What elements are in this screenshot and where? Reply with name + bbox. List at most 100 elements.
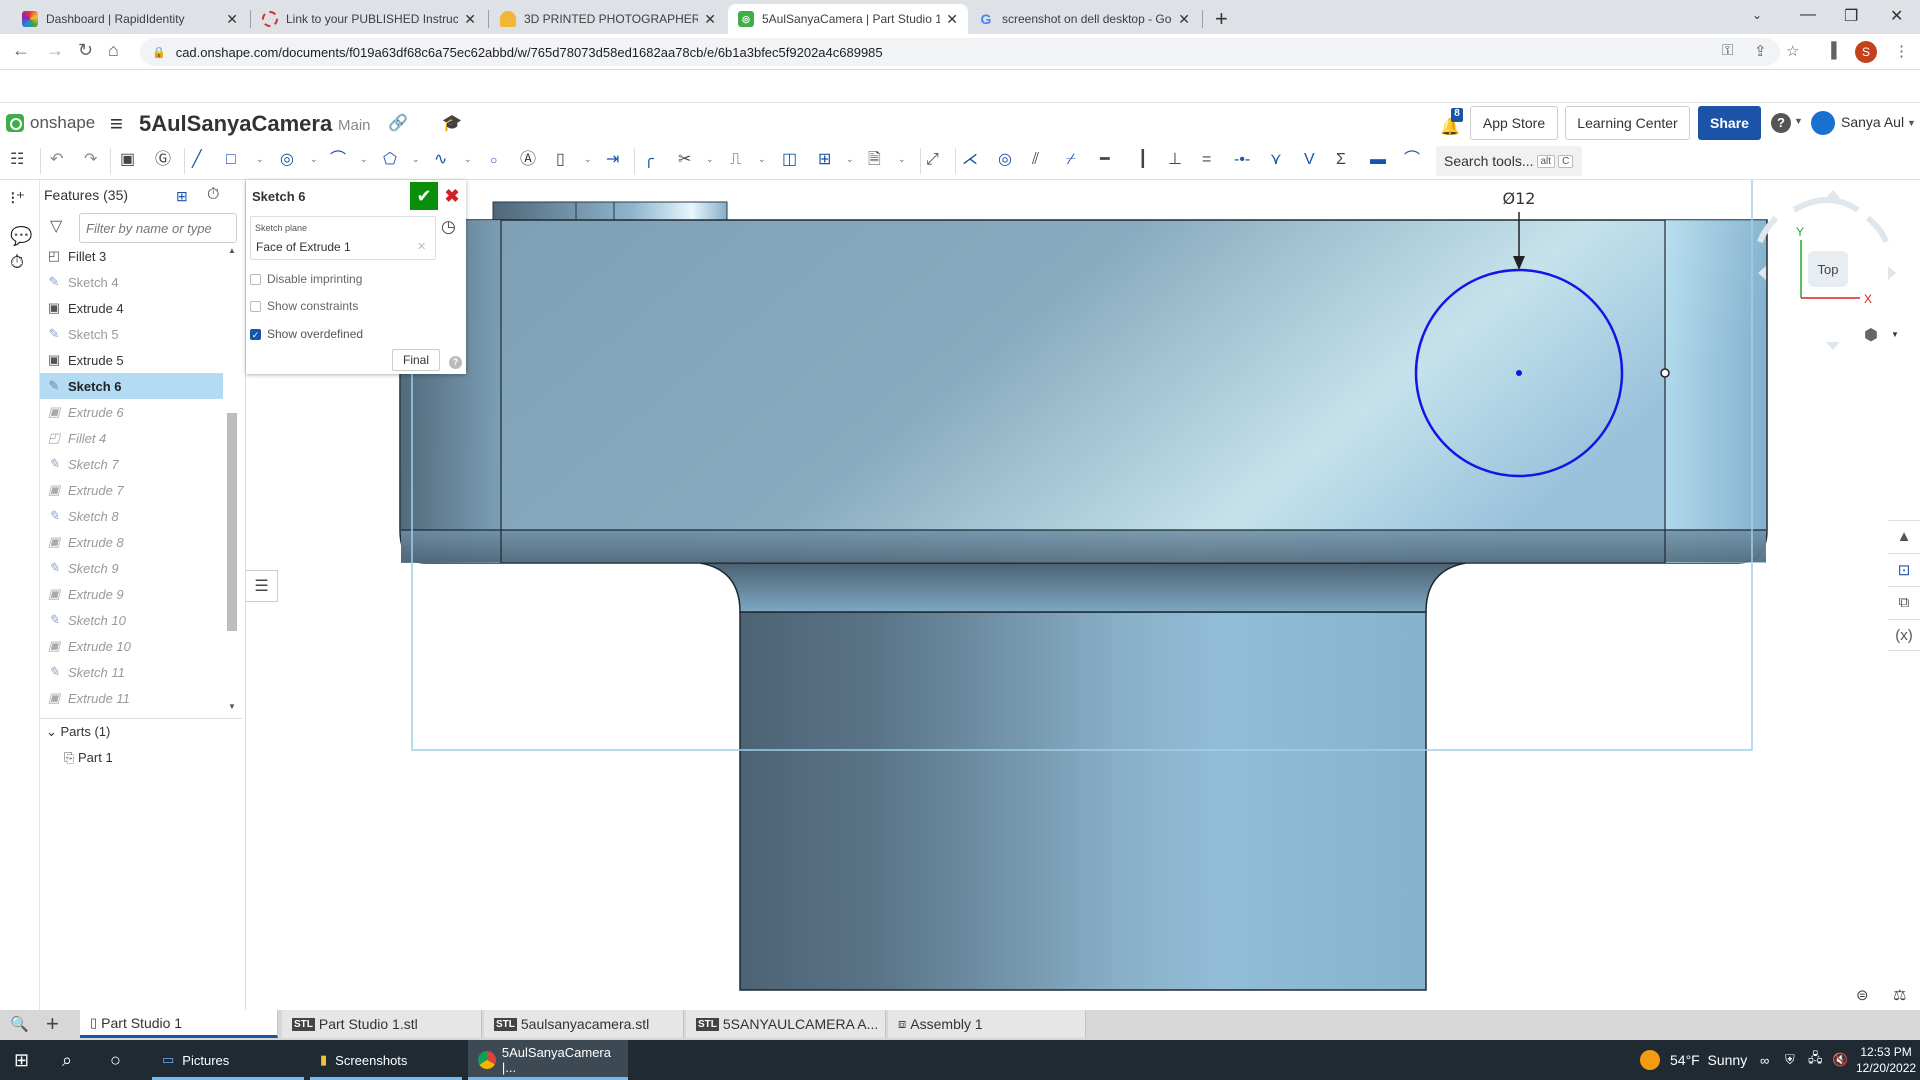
horizontal-constraint-icon[interactable]: ━ <box>1100 150 1110 170</box>
feature-filter-input[interactable] <box>79 213 237 243</box>
dxf-import-icon[interactable]: 🗎 <box>868 150 881 170</box>
learning-center-button[interactable]: Learning Center <box>1565 106 1690 140</box>
feature-item[interactable]: ▣ Extrude 11 <box>40 685 223 711</box>
checkbox-unchecked[interactable] <box>250 300 261 312</box>
taskbar-app-screenshots[interactable]: ▮ Screenshots <box>310 1040 462 1080</box>
tab-search-icon[interactable]: 🔍 <box>10 1015 29 1033</box>
chevron-down-icon[interactable]: ▼ <box>1891 330 1899 339</box>
appearance-panel-icon[interactable]: ▲ <box>1888 520 1920 552</box>
cancel-x-button[interactable]: ✖ <box>442 182 462 210</box>
document-title[interactable]: 5AulSanyaCamera <box>139 111 332 137</box>
clear-selection-icon[interactable]: ✕ <box>417 240 426 253</box>
feature-item[interactable]: ▣ Extrude 8 <box>40 529 223 555</box>
chevron-down-icon[interactable]: ⌄ <box>846 154 854 165</box>
add-folder-icon[interactable]: ⊞ <box>176 188 188 205</box>
document-tab-active[interactable]: ▯ Part Studio 1 <box>80 1010 278 1038</box>
taskbar-app-chrome[interactable]: 5AulSanyaCamera |... <box>468 1040 628 1080</box>
search-tools-input[interactable]: Search tools... alt C <box>1436 146 1582 176</box>
feature-item[interactable]: ✎ Sketch 8 <box>40 503 223 529</box>
list-toggle-icon[interactable]: ☰ <box>246 570 278 602</box>
bookmark-star-icon[interactable]: ☆ <box>1786 42 1799 60</box>
coincident-constraint-icon[interactable]: ⋌ <box>962 150 978 170</box>
spline-tool-icon[interactable]: ∿ <box>434 150 447 170</box>
tangent-constraint-icon[interactable]: ⌿ <box>1066 150 1076 170</box>
perpendicular-constraint-icon[interactable]: ⊥ <box>1168 150 1182 170</box>
document-menu-icon[interactable]: ≡ <box>110 111 123 137</box>
document-tab[interactable]: STL 5aulsanyacamera.stl <box>484 1010 684 1038</box>
help-icon[interactable]: ? <box>1771 113 1791 133</box>
new-tab-button[interactable]: + <box>1215 6 1228 32</box>
forward-icon[interactable]: → <box>46 40 64 61</box>
app-store-button[interactable]: App Store <box>1470 106 1558 140</box>
chevron-down-icon[interactable]: ⌄ <box>464 154 472 165</box>
checkbox-unchecked[interactable] <box>250 273 261 285</box>
feature-item[interactable]: ✎ Sketch 7 <box>40 451 223 477</box>
undo-icon[interactable]: ↶ <box>50 150 63 170</box>
arc-tool-icon[interactable]: ⌒ <box>330 150 346 170</box>
configuration-panel-icon[interactable]: ⊡ <box>1888 553 1920 585</box>
graduation-cap-icon[interactable]: 🎓 <box>442 113 462 133</box>
clock[interactable]: 12:53 PM 12/20/2022 <box>1856 1040 1916 1080</box>
add-tab-button[interactable]: + <box>46 1011 59 1037</box>
feature-item[interactable]: ▣ Extrude 7 <box>40 477 223 503</box>
maximize-button[interactable]: ❐ <box>1844 6 1858 26</box>
close-tab-icon[interactable]: ✕ <box>704 11 716 28</box>
help-icon[interactable]: ? <box>449 356 462 369</box>
chevron-down-icon[interactable]: ⌄ <box>310 154 318 165</box>
polygon-tool-icon[interactable]: ⬠ <box>383 150 397 170</box>
feature-item[interactable]: ▣ Extrude 4 <box>40 295 223 321</box>
chevron-down-icon[interactable]: ▼ <box>1907 118 1916 128</box>
profile-avatar[interactable]: S <box>1855 41 1877 63</box>
chevron-down-icon[interactable]: ⌄ <box>360 154 368 165</box>
model-canvas[interactable]: Ø12 <box>246 180 1920 1012</box>
feature-item[interactable]: ◰ Fillet 4 <box>40 425 223 451</box>
branch-label[interactable]: Main <box>338 117 371 134</box>
feature-item[interactable]: ✎ Sketch 10 <box>40 607 223 633</box>
chevron-down-icon[interactable]: ⌄ <box>256 154 264 165</box>
user-name[interactable]: Sanya Aul <box>1841 114 1904 130</box>
extrude-icon[interactable]: ▣ <box>120 150 135 170</box>
document-tab[interactable]: STL Part Studio 1.stl <box>282 1010 482 1038</box>
midpoint-constraint-icon[interactable]: -•- <box>1234 150 1250 170</box>
scrollbar-thumb[interactable] <box>227 413 237 631</box>
curvature-constraint-icon[interactable]: ⌒ <box>1404 150 1420 170</box>
insert-feature-icon[interactable]: ⁝⁺ <box>10 188 25 209</box>
url-bar[interactable]: 🔒 cad.onshape.com/documents/f019a63df68c… <box>140 38 1780 66</box>
close-tab-icon[interactable]: ✕ <box>464 11 476 28</box>
user-avatar[interactable] <box>1811 111 1835 135</box>
mass-properties-scale-icon[interactable]: ⚖ <box>1893 986 1906 1004</box>
pattern-tool-icon[interactable]: ⊞ <box>818 150 831 170</box>
final-button[interactable]: Final <box>392 349 440 371</box>
accept-checkmark-button[interactable]: ✔ <box>410 182 438 210</box>
search-icon[interactable]: ⌕ <box>62 1040 72 1080</box>
pierce-constraint-icon[interactable]: V <box>1304 150 1315 170</box>
close-tab-icon[interactable]: ✕ <box>1178 11 1190 28</box>
trim-tool-icon[interactable]: ✂ <box>678 150 691 170</box>
show-overdefined-checkbox[interactable]: ✓ Show overdefined <box>250 327 363 341</box>
start-button[interactable]: ⊞ <box>14 1040 29 1080</box>
reload-icon[interactable]: ↻ <box>78 40 93 61</box>
chevron-down-icon[interactable]: ⌄ <box>898 154 906 165</box>
history-clock-icon[interactable]: ◷ <box>441 217 456 237</box>
scroll-down-arrow[interactable]: ▼ <box>228 702 236 711</box>
onshape-logo[interactable]: onshape <box>6 113 95 133</box>
security-shield-icon[interactable]: ⛨ <box>1785 1040 1795 1080</box>
vertical-constraint-icon[interactable]: ┃ <box>1138 150 1148 170</box>
history-timer-icon[interactable]: ⏱ <box>10 252 24 273</box>
browser-tab[interactable]: 3D PRINTED PHOTOGRAPHER TR ✕ <box>490 4 726 34</box>
dimension-tool-icon[interactable]: ⤢ <box>926 150 939 170</box>
network-icon[interactable]: 🖧 <box>1808 1040 1823 1080</box>
line-tool-icon[interactable]: ╱ <box>192 150 202 170</box>
browser-tab[interactable]: Link to your PUBLISHED Instructa ✕ <box>252 4 486 34</box>
password-key-icon[interactable]: ⚿ <box>1722 42 1733 59</box>
share-button[interactable]: Share <box>1698 106 1761 140</box>
chevron-down-icon[interactable]: ⌄ <box>584 154 592 165</box>
close-tab-icon[interactable]: ✕ <box>226 11 238 28</box>
custom-features-icon[interactable]: (x) <box>1888 619 1920 651</box>
text-tool-icon[interactable]: Ⓐ <box>520 150 536 170</box>
parts-header[interactable]: ⌄ Parts (1) <box>46 724 110 740</box>
offset-tool-icon[interactable]: ⎍ <box>730 150 741 170</box>
part-item[interactable]: ⎘ Part 1 <box>64 750 113 766</box>
link-icon[interactable]: 🔗 <box>388 113 408 133</box>
feature-item[interactable]: ▣ Extrude 10 <box>40 633 223 659</box>
